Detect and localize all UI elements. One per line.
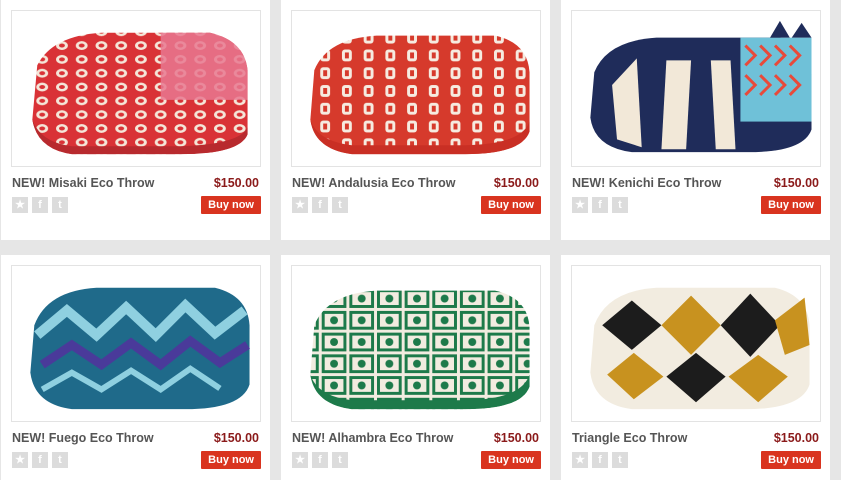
product-title[interactable]: NEW! Andalusia Eco Throw [292, 176, 455, 190]
star-icon[interactable]: ★ [292, 197, 308, 213]
product-image[interactable] [571, 10, 821, 167]
buy-now-button[interactable]: Buy now [201, 451, 261, 469]
tumblr-icon[interactable]: t [332, 452, 348, 468]
product-card: NEW! Kenichi Eco Throw $150.00 ★ f t Buy… [561, 0, 830, 240]
facebook-icon[interactable]: f [32, 197, 48, 213]
product-image[interactable] [291, 265, 541, 422]
buy-now-button[interactable]: Buy now [761, 451, 821, 469]
star-icon[interactable]: ★ [292, 452, 308, 468]
product-image[interactable] [291, 10, 541, 167]
product-card: NEW! Alhambra Eco Throw $150.00 ★ f t Bu… [281, 255, 550, 480]
product-title[interactable]: NEW! Kenichi Eco Throw [572, 176, 721, 190]
fuego-throw-image [30, 287, 250, 410]
facebook-icon[interactable]: f [312, 197, 328, 213]
buy-now-button[interactable]: Buy now [481, 451, 541, 469]
tumblr-icon[interactable]: t [612, 452, 628, 468]
product-price: $150.00 [493, 176, 539, 190]
tumblr-icon[interactable]: t [612, 197, 628, 213]
star-icon[interactable]: ★ [12, 197, 28, 213]
triangle-throw-image [590, 287, 810, 410]
product-image[interactable] [571, 265, 821, 422]
andalusia-throw-image [310, 35, 530, 155]
star-icon[interactable]: ★ [572, 197, 588, 213]
facebook-icon[interactable]: f [32, 452, 48, 468]
product-price: $150.00 [213, 176, 259, 190]
kenichi-throw-image [590, 20, 812, 153]
product-price: $150.00 [493, 431, 539, 445]
product-price: $150.00 [213, 431, 259, 445]
product-title[interactable]: Triangle Eco Throw [572, 431, 687, 445]
facebook-icon[interactable]: f [592, 452, 608, 468]
misaki-throw-image [32, 32, 248, 155]
product-card: Triangle Eco Throw $150.00 ★ f t Buy now [561, 255, 830, 480]
buy-now-button[interactable]: Buy now [201, 196, 261, 214]
product-price: $150.00 [773, 431, 819, 445]
facebook-icon[interactable]: f [312, 452, 328, 468]
tumblr-icon[interactable]: t [332, 197, 348, 213]
tumblr-icon[interactable]: t [52, 452, 68, 468]
product-card: NEW! Misaki Eco Throw $150.00 ★ f t Buy … [1, 0, 270, 240]
product-card: NEW! Andalusia Eco Throw $150.00 ★ f t B… [281, 0, 550, 240]
product-title[interactable]: NEW! Alhambra Eco Throw [292, 431, 453, 445]
alhambra-throw-image [310, 290, 530, 410]
tumblr-icon[interactable]: t [52, 197, 68, 213]
facebook-icon[interactable]: f [592, 197, 608, 213]
buy-now-button[interactable]: Buy now [761, 196, 821, 214]
star-icon[interactable]: ★ [572, 452, 588, 468]
buy-now-button[interactable]: Buy now [481, 196, 541, 214]
product-title[interactable]: NEW! Fuego Eco Throw [12, 431, 154, 445]
product-image[interactable] [11, 10, 261, 167]
star-icon[interactable]: ★ [12, 452, 28, 468]
product-title[interactable]: NEW! Misaki Eco Throw [12, 176, 154, 190]
product-price: $150.00 [773, 176, 819, 190]
product-grid: NEW! Misaki Eco Throw $150.00 ★ f t Buy … [0, 0, 841, 480]
product-image[interactable] [11, 265, 261, 422]
product-card: NEW! Fuego Eco Throw $150.00 ★ f t Buy n… [1, 255, 270, 480]
